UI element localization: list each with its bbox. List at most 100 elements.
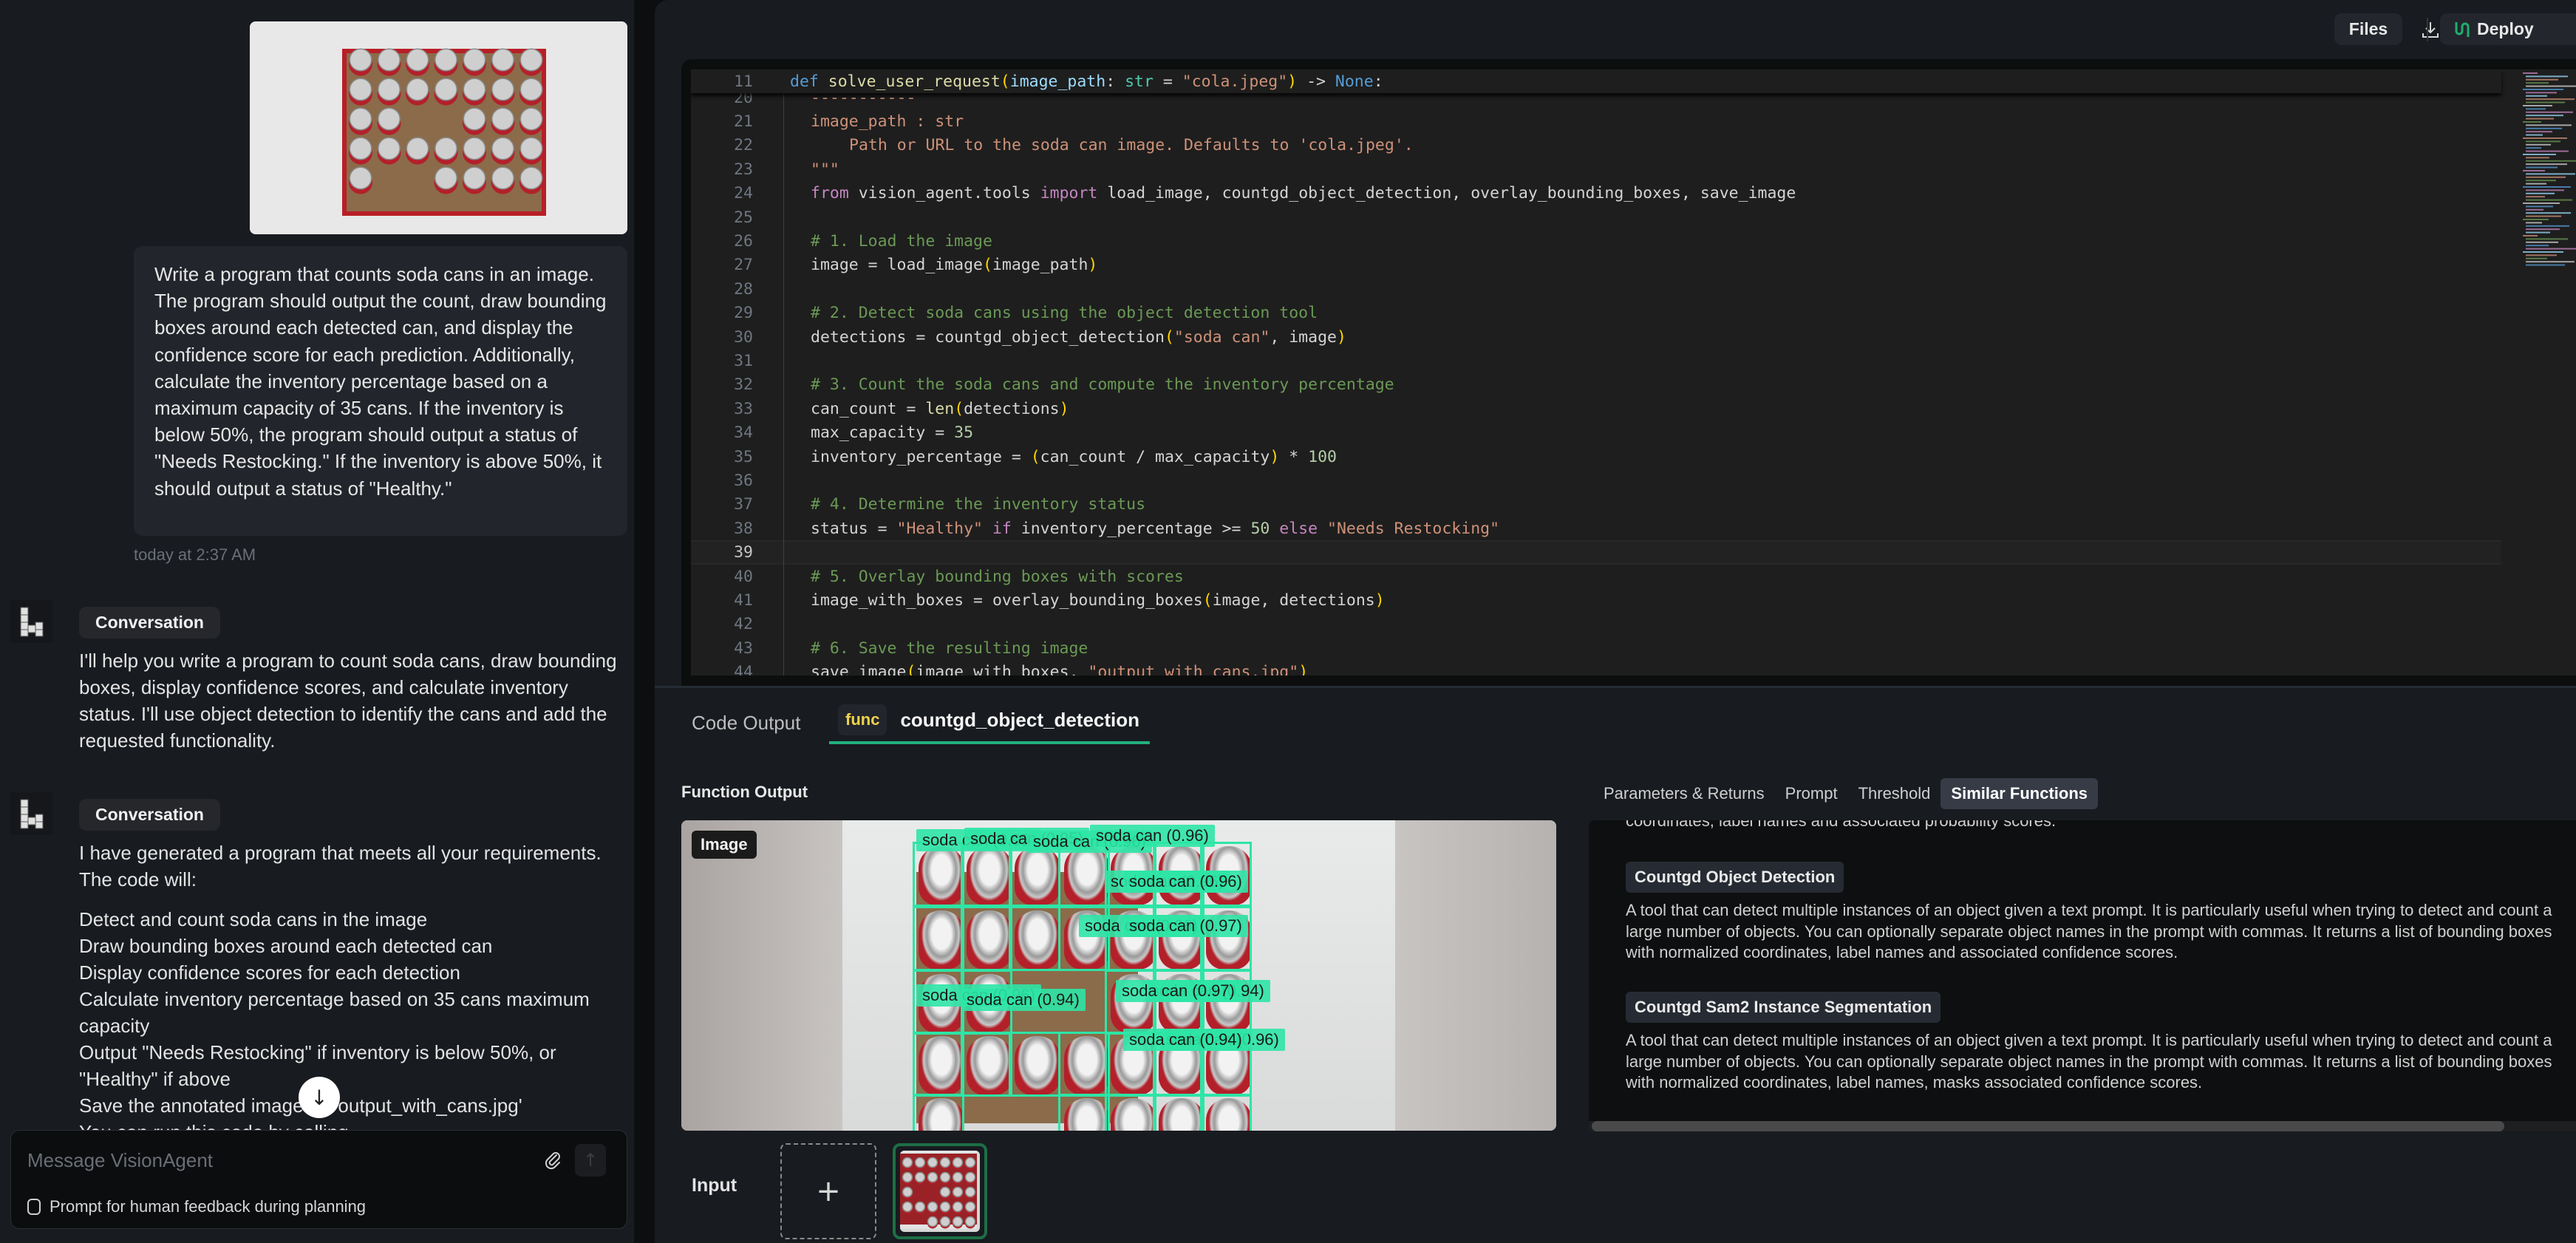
can-top bbox=[378, 48, 401, 72]
line-number: 11 bbox=[734, 72, 753, 91]
minimap-line bbox=[2526, 115, 2563, 117]
output-panel: Code Output func countgd_object_detectio… bbox=[655, 691, 2576, 1243]
scrollbar-thumb[interactable] bbox=[1592, 1121, 2504, 1131]
detection-photo: soda can (0.95)soda can (0.95)soda can (… bbox=[842, 820, 1395, 1131]
sticky-scroll-line[interactable]: 11 def solve_user_request(image_path: st… bbox=[691, 69, 2501, 93]
tab-similar-functions[interactable]: Similar Functions bbox=[1940, 778, 2098, 809]
tab-prompt[interactable]: Prompt bbox=[1775, 778, 1848, 809]
minimap-line bbox=[2526, 82, 2549, 84]
similar-function-title[interactable]: Countgd Sam2 Instance Segmentation bbox=[1626, 992, 1941, 1023]
horizontal-scrollbar[interactable] bbox=[1589, 1121, 2576, 1131]
workspace-header: Files Deploy bbox=[655, 0, 2576, 58]
minimap-line bbox=[2526, 98, 2575, 101]
function-details-tabs: Parameters & Returns Prompt Threshold Si… bbox=[1593, 778, 2098, 809]
can-top bbox=[463, 166, 486, 190]
tab-code-output[interactable]: Code Output bbox=[692, 712, 800, 735]
minimap-line bbox=[2523, 121, 2541, 123]
truncated-description: coordinates, label names and associated … bbox=[1626, 820, 2057, 830]
can-top bbox=[435, 48, 457, 72]
function-output-image[interactable]: soda can (0.95)soda can (0.95)soda can (… bbox=[681, 820, 1556, 1131]
minimap-line bbox=[2523, 72, 2538, 74]
minimap-line bbox=[2526, 241, 2558, 243]
list-item: Display confidence scores for each detec… bbox=[79, 961, 460, 984]
similar-function-title[interactable]: Countgd Object Detection bbox=[1626, 862, 1844, 893]
minimap-line bbox=[2526, 196, 2545, 198]
can-top bbox=[519, 166, 543, 190]
can-top bbox=[939, 1157, 951, 1168]
input-heading: Input bbox=[692, 1175, 737, 1196]
minimap-line bbox=[2526, 147, 2541, 149]
code-line: 34 max_capacity = 35 bbox=[734, 423, 974, 443]
code-line: 26 # 1. Load the image bbox=[734, 232, 992, 251]
code-line: 22 Path or URL to the soda can image. Def… bbox=[734, 136, 1414, 155]
human-feedback-toggle[interactable]: Prompt for human feedback during plannin… bbox=[27, 1197, 366, 1216]
minimap-line bbox=[2526, 199, 2572, 201]
scroll-to-bottom-button[interactable]: ↓ bbox=[299, 1077, 340, 1118]
can-top bbox=[927, 1216, 938, 1227]
can-top bbox=[939, 1201, 951, 1213]
add-input-button[interactable]: + bbox=[780, 1143, 876, 1239]
bounding-box bbox=[913, 906, 964, 971]
similar-function-item: Countgd Object Detection A tool that can… bbox=[1626, 862, 2576, 964]
minimap-line bbox=[2526, 163, 2567, 166]
code-line: 42 bbox=[734, 615, 753, 634]
minimap-line bbox=[2526, 189, 2564, 191]
deploy-button[interactable]: Deploy bbox=[2440, 13, 2576, 45]
input-image-thumbnail[interactable] bbox=[893, 1143, 987, 1239]
editor-minimap[interactable] bbox=[2520, 69, 2576, 276]
can-top bbox=[519, 78, 543, 101]
code-line: 40 # 5. Overlay bounding boxes with score… bbox=[734, 567, 1184, 586]
can-top bbox=[491, 107, 514, 131]
minimap-line bbox=[2523, 219, 2549, 220]
list-item: Draw bounding boxes around each detected… bbox=[79, 935, 493, 957]
can-top bbox=[406, 48, 429, 72]
can-top bbox=[902, 1157, 913, 1168]
conversation-badge: Conversation bbox=[79, 799, 220, 831]
tab-countgd-object-detection[interactable]: func countgd_object_detection bbox=[829, 703, 1151, 744]
minimap-line bbox=[2526, 212, 2571, 214]
can-top bbox=[964, 1186, 976, 1198]
code-line: 43 # 6. Save the resulting image bbox=[734, 638, 1088, 658]
files-button[interactable]: Files bbox=[2334, 13, 2402, 45]
code-editor[interactable]: 11 def solve_user_request(image_path: st… bbox=[691, 69, 2576, 675]
soda-cans-thumbnail bbox=[900, 1151, 977, 1229]
panel-resize-handle[interactable] bbox=[655, 686, 2576, 688]
agent-message-text: I'll help you write a program to count s… bbox=[79, 647, 626, 767]
chat-panel: Write a program that counts soda cans in… bbox=[0, 0, 644, 1243]
list-item: Detect and count soda cans in the image bbox=[79, 908, 428, 930]
can-top bbox=[378, 107, 401, 131]
can-top bbox=[435, 166, 457, 190]
detection-label: soda can (0.97) bbox=[1116, 980, 1241, 1002]
bounding-box bbox=[961, 906, 1012, 971]
message-input[interactable] bbox=[27, 1145, 530, 1175]
agent-intro: I have generated a program that meets al… bbox=[79, 842, 602, 890]
can-top bbox=[349, 107, 372, 131]
can-top bbox=[914, 1171, 926, 1183]
code-line: 28 bbox=[734, 279, 753, 299]
user-uploaded-image[interactable] bbox=[250, 21, 627, 234]
send-button[interactable]: ↑ bbox=[575, 1144, 606, 1176]
can-top bbox=[349, 166, 372, 190]
minimap-line bbox=[2526, 205, 2553, 208]
feedback-checkbox[interactable] bbox=[27, 1199, 41, 1215]
agent-logo-icon bbox=[10, 600, 53, 643]
tab-parameters-returns[interactable]: Parameters & Returns bbox=[1593, 778, 1775, 809]
attach-file-button[interactable] bbox=[540, 1147, 567, 1174]
func-tab-label: countgd_object_detection bbox=[900, 708, 1140, 731]
tab-threshold[interactable]: Threshold bbox=[1848, 778, 1941, 809]
minimap-line bbox=[2526, 101, 2565, 103]
minimap-line bbox=[2523, 186, 2571, 188]
bounding-box bbox=[961, 842, 1012, 907]
can-top bbox=[519, 137, 543, 160]
paperclip-icon bbox=[545, 1152, 560, 1170]
minimap-line bbox=[2526, 208, 2543, 211]
minimap-line bbox=[2523, 154, 2556, 155]
can-top bbox=[927, 1201, 938, 1213]
code-line: 35 inventory_percentage = (can_count / ma… bbox=[734, 447, 1337, 466]
code-line: 41 image_with_boxes = overlay_bounding_bo… bbox=[734, 590, 1385, 610]
code-line-current: 39 bbox=[691, 540, 2501, 565]
can-top bbox=[964, 1157, 976, 1168]
plus-icon: + bbox=[816, 1174, 841, 1208]
list-item: Save the annotated image as 'output_with… bbox=[79, 1094, 522, 1117]
code-line: 24 from vision_agent.tools import load_im… bbox=[734, 184, 1796, 203]
